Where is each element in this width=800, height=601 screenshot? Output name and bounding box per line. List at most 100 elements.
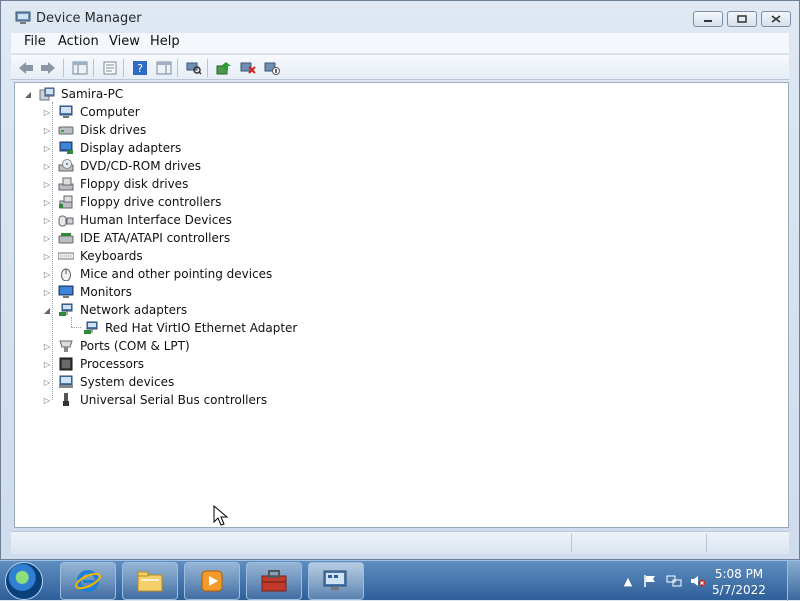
ethernet-adapter-icon: [83, 321, 99, 335]
tree-item-computer[interactable]: ▷ Computer: [42, 103, 140, 121]
menu-file[interactable]: File: [24, 34, 46, 49]
network-icon[interactable]: [666, 573, 682, 589]
expand-icon[interactable]: ▷: [42, 341, 52, 351]
tree-item-monitors[interactable]: ▷ Monitors: [42, 283, 132, 301]
tree-root[interactable]: ◢ Samira-PC: [23, 85, 123, 103]
update-driver-icon[interactable]: [215, 59, 233, 77]
expand-icon[interactable]: ▷: [42, 197, 52, 207]
tree-item-label: Ports (COM & LPT): [80, 339, 190, 353]
expand-icon[interactable]: ▷: [42, 359, 52, 369]
clock[interactable]: 5:08 PM 5/7/2022: [704, 566, 774, 598]
uninstall-icon[interactable]: [239, 59, 257, 77]
media-player-icon: [201, 570, 223, 592]
forward-arrow-icon[interactable]: [39, 59, 57, 77]
clock-date: 5/7/2022: [712, 583, 766, 597]
device-tree[interactable]: ◢ Samira-PC ▷ Computer ▷ Disk drives ▷ D…: [14, 82, 789, 528]
collapse-icon[interactable]: ◢: [42, 305, 52, 315]
tree-item-network-adapters[interactable]: ◢ Network adapters: [42, 301, 187, 319]
expand-icon[interactable]: ▷: [42, 179, 52, 189]
help-icon[interactable]: ?: [131, 59, 149, 77]
menu-action[interactable]: Action: [58, 34, 99, 49]
close-button[interactable]: [761, 11, 791, 27]
tree-item-label: System devices: [80, 375, 175, 389]
menu-view[interactable]: View: [109, 34, 140, 49]
maximize-button[interactable]: [727, 11, 757, 27]
tree-item-label: Processors: [80, 357, 145, 371]
tree-item-label: Disk drives: [80, 123, 147, 137]
show-hidden-icons-icon[interactable]: ▲: [620, 573, 636, 589]
toolbar: ?: [11, 54, 789, 80]
tree-item-label: Keyboards: [80, 249, 143, 263]
tree-item-label: Floppy drive controllers: [80, 195, 222, 209]
taskbar: ▲ 5:08 PM 5/7/2022: [0, 560, 800, 601]
minimize-button[interactable]: [693, 11, 723, 27]
display-adapter-icon: [58, 141, 74, 155]
collapse-icon[interactable]: ◢: [23, 89, 33, 99]
tree-item-mice[interactable]: ▷ Mice and other pointing devices: [42, 265, 272, 283]
tree-item-label: Floppy disk drives: [80, 177, 189, 191]
show-hide-tree-icon[interactable]: [71, 59, 89, 77]
tree-item-floppy-controllers[interactable]: ▷ Floppy drive controllers: [42, 193, 222, 211]
computer-icon: [58, 105, 74, 119]
monitor-icon: [58, 285, 74, 299]
tree-item-label: Monitors: [80, 285, 132, 299]
status-separator: [706, 534, 707, 552]
mouse-icon: [58, 267, 74, 281]
expand-icon[interactable]: ▷: [42, 251, 52, 261]
tree-item-disk-drives[interactable]: ▷ Disk drives: [42, 121, 146, 139]
tree-item-dvd-drives[interactable]: ▷ DVD/CD-ROM drives: [42, 157, 201, 175]
expand-icon[interactable]: ▷: [42, 215, 52, 225]
tree-item-ide-controllers[interactable]: ▷ IDE ATA/ATAPI controllers: [42, 229, 230, 247]
expand-icon[interactable]: ▷: [42, 395, 52, 405]
tree-item-usb-controllers[interactable]: ▷ Universal Serial Bus controllers: [42, 391, 267, 409]
tree-item-hid[interactable]: ▷ Human Interface Devices: [42, 211, 232, 229]
tree-item-system-devices[interactable]: ▷ System devices: [42, 373, 174, 391]
disable-icon[interactable]: [263, 59, 281, 77]
expand-icon[interactable]: ▷: [42, 161, 52, 171]
toolbar-separator: [63, 59, 64, 77]
toolbar-separator: [93, 59, 94, 77]
taskbar-file-explorer[interactable]: [122, 562, 178, 600]
status-separator: [571, 534, 572, 552]
device-manager-icon: [15, 10, 31, 24]
expand-icon[interactable]: ▷: [42, 287, 52, 297]
keyboard-icon: [58, 249, 74, 263]
tree-item-virtio-ethernet[interactable]: Red Hat VirtIO Ethernet Adapter: [77, 319, 297, 337]
scan-hardware-icon[interactable]: [185, 59, 203, 77]
taskbar-internet-explorer[interactable]: [60, 562, 116, 600]
menu-help[interactable]: Help: [150, 34, 180, 49]
tree-item-keyboards[interactable]: ▷ Keyboards: [42, 247, 143, 265]
show-desktop-button[interactable]: [787, 561, 800, 601]
file-explorer-icon: [137, 571, 163, 592]
expand-icon[interactable]: ▷: [42, 377, 52, 387]
toolbar-separator: [177, 59, 178, 77]
toolbar-separator: [123, 59, 124, 77]
title-bar[interactable]: Device Manager: [1, 1, 799, 31]
system-device-icon: [58, 375, 74, 389]
tree-item-ports[interactable]: ▷ Ports (COM & LPT): [42, 337, 190, 355]
expand-icon[interactable]: ▷: [42, 143, 52, 153]
taskbar-media-player[interactable]: [184, 562, 240, 600]
expand-icon[interactable]: ▷: [42, 269, 52, 279]
tree-item-label: DVD/CD-ROM drives: [80, 159, 202, 173]
action-center-flag-icon[interactable]: [642, 573, 658, 589]
expand-icon[interactable]: ▷: [42, 125, 52, 135]
expand-icon[interactable]: ▷: [42, 107, 52, 117]
action-pane-icon[interactable]: [155, 59, 173, 77]
back-arrow-icon[interactable]: [17, 59, 35, 77]
window-title: Device Manager: [36, 11, 142, 26]
system-tray: ▲ 5:08 PM 5/7/2022: [612, 561, 800, 601]
dvd-drive-icon: [58, 159, 74, 173]
properties-icon[interactable]: [101, 59, 119, 77]
tree-item-display-adapters[interactable]: ▷ Display adapters: [42, 139, 181, 157]
clock-time: 5:08 PM: [714, 567, 764, 581]
taskbar-device-manager[interactable]: [308, 562, 364, 600]
expand-icon[interactable]: ▷: [42, 233, 52, 243]
tree-item-floppy-drives[interactable]: ▷ Floppy disk drives: [42, 175, 188, 193]
tree-item-label: Display adapters: [80, 141, 182, 155]
taskbar-toolbox[interactable]: [246, 562, 302, 600]
device-manager-icon: [323, 570, 347, 590]
tree-item-processors[interactable]: ▷ Processors: [42, 355, 144, 373]
start-button[interactable]: [5, 562, 43, 600]
menu-bar: File Action View Help: [11, 33, 789, 53]
